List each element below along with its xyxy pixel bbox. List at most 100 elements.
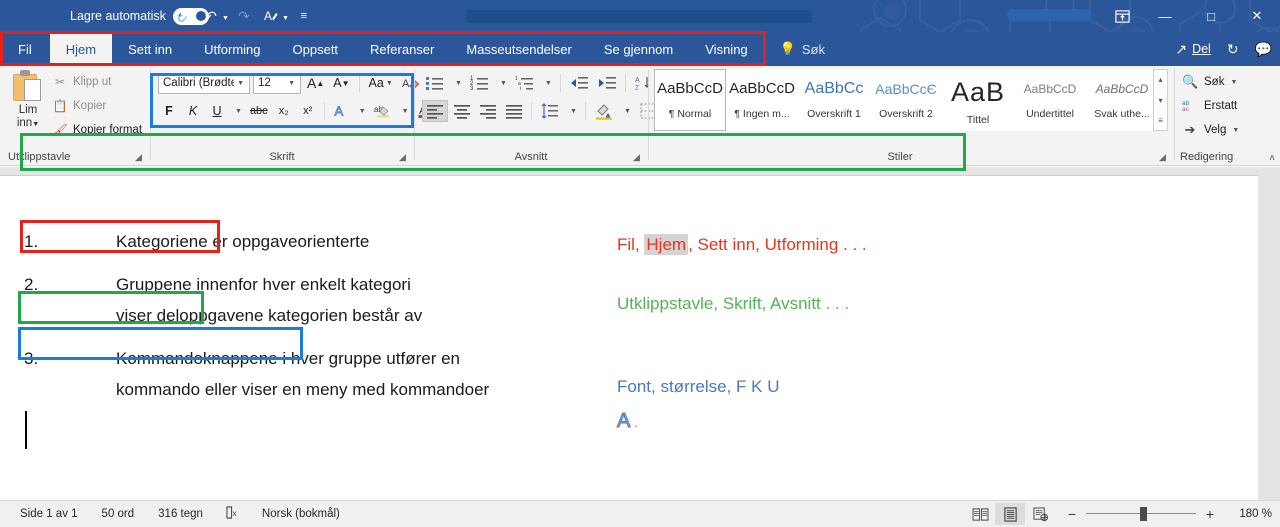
tab-label: Oppsett [293,42,339,57]
char-count[interactable]: 316 tegn [146,508,215,520]
numbering-icon[interactable]: 123 [467,72,493,94]
highlight-icon[interactable]: ab [371,100,395,122]
tab-oppsett[interactable]: Oppsett [277,32,355,66]
close-button[interactable]: ✕ [1234,0,1280,32]
save-icon[interactable] [172,5,196,27]
subscript-button[interactable]: x₂ [273,100,295,122]
ribbon-display-options-icon[interactable] [1102,0,1142,32]
paste-button[interactable]: Lim inn▼ [6,70,50,146]
tab-sett-inn[interactable]: Sett inn [112,32,188,66]
font-name-combo[interactable]: Calibri (Brødte ▼ [158,73,250,94]
tab-sok[interactable]: 💡 Søk [764,32,841,66]
text-effects-caret-icon[interactable]: ▼ [354,100,369,122]
group-label-paragraph: Avsnitt [416,150,646,164]
style-undertittel[interactable]: AaBbCcD Undertittel [1014,69,1086,131]
increase-indent-icon[interactable] [594,72,620,94]
superscript-button[interactable]: x² [297,100,319,122]
styles-dialog-launcher[interactable]: ◢ [1157,152,1168,163]
strikethrough-button[interactable]: abc [247,100,271,122]
style-tittel[interactable]: AaB Tittel [942,69,1014,131]
clipboard-dialog-launcher[interactable]: ◢ [133,152,144,163]
shading-icon[interactable] [591,100,617,122]
underline-caret-icon[interactable]: ▼ [230,100,245,122]
tab-visning[interactable]: Visning [689,32,763,66]
styles-more-icon[interactable]: ≡ [1158,111,1163,130]
justify-icon[interactable] [502,100,526,122]
zoom-in-button[interactable]: + [1203,506,1217,522]
decrease-indent-icon[interactable] [566,72,592,94]
bullets-icon[interactable] [422,72,448,94]
highlight-caret-icon[interactable]: ▼ [397,100,412,122]
numbering-caret-icon[interactable]: ▼ [495,72,510,94]
word-count[interactable]: 50 ord [90,508,147,520]
text-segment: Font, størrelse, F K U [617,377,779,396]
align-left-icon[interactable] [422,100,448,122]
font-size-combo[interactable]: 12 ▼ [253,73,301,94]
tab-hjem[interactable]: Hjem [50,32,112,66]
scroll-down-icon[interactable]: ▾ [1158,91,1162,110]
web-layout-button[interactable] [1025,503,1055,525]
read-mode-button[interactable] [965,503,995,525]
bold-button[interactable]: F [158,100,180,122]
comments-button[interactable]: 💬 [1255,41,1272,58]
select-button[interactable]: ➔ Velg ▼ [1182,120,1239,140]
tab-masseutsendelser[interactable]: Masseutsendelser [450,32,588,66]
bullets-caret-icon[interactable]: ▼ [450,72,465,94]
chevron-down-icon: ▼ [1232,127,1239,134]
print-layout-button[interactable] [995,503,1025,525]
undo-icon[interactable]: ↶ [199,5,223,27]
align-center-icon[interactable] [450,100,474,122]
tab-fil[interactable]: Fil [0,32,50,66]
line-spacing-icon[interactable] [537,100,563,122]
style-ingen-mellomrom[interactable]: AaBbCcD ¶ Ingen m... [726,69,798,131]
style-normal[interactable]: AaBbCcD ¶ Normal [654,69,726,131]
tab-referanser[interactable]: Referanser [354,32,450,66]
tab-label: Referanser [370,42,434,57]
multilevel-caret-icon[interactable]: ▼ [540,72,555,94]
undo-caret-icon[interactable]: ▼ [222,15,229,22]
replace-button[interactable]: abac Erstatt [1182,96,1237,116]
customize-qat-icon[interactable]: ≡ [292,5,316,27]
grow-font-button[interactable]: A▲ [304,72,327,94]
zoom-out-button[interactable]: − [1065,506,1079,522]
zoom-slider[interactable] [1086,507,1196,521]
read-aloud-icon[interactable]: A [259,5,283,27]
cut-button[interactable]: ✂ Klipp ut [52,70,144,94]
read-aloud-caret-icon[interactable]: ▼ [282,15,289,22]
shrink-font-button[interactable]: A▼ [330,72,352,94]
minimize-button[interactable]: — [1142,0,1188,32]
zoom-level[interactable]: 180 % [1224,508,1272,520]
tab-se-gjennom[interactable]: Se gjennom [588,32,689,66]
multilevel-list-icon[interactable]: 1ai [512,72,538,94]
paragraph-dialog-launcher[interactable]: ◢ [631,152,642,163]
underline-button[interactable]: U [206,100,228,122]
svg-text:x: x [232,508,237,518]
line-spacing-caret-icon[interactable]: ▼ [565,100,580,122]
language[interactable]: Norsk (bokmål) [250,508,352,520]
copy-button[interactable]: 📋 Kopier [52,94,144,118]
style-overskrift-1[interactable]: AaBbCс Overskrift 1 [798,69,870,131]
tab-utforming[interactable]: Utforming [188,32,276,66]
collapse-ribbon-button[interactable]: ˄ [1269,153,1275,164]
styles-scrollbar[interactable]: ▴ ▾ ≡ [1153,69,1168,131]
document-page[interactable]: 1. Kategoriene er oppgaveorienterte 2. G… [0,175,1258,500]
style-svak-utheving[interactable]: AaBbCcD Svak uthe... [1086,69,1158,131]
maximize-button[interactable]: □ [1188,0,1234,32]
align-right-icon[interactable] [476,100,500,122]
find-button[interactable]: 🔍 Søk ▼ [1182,72,1237,92]
page-count[interactable]: Side 1 av 1 [8,508,90,520]
version-history-button[interactable]: ↻ [1227,41,1239,58]
share-button[interactable]: ↗ Del [1175,41,1211,58]
change-case-button[interactable]: Aa▼ [366,72,396,94]
italic-button[interactable]: K [182,100,204,122]
style-overskrift-2[interactable]: AaBbCcЄ Overskrift 2 [870,69,942,131]
zoom-thumb[interactable] [1140,507,1147,521]
list-item: 3. Kommandoknappene i hver gruppe utføre… [24,343,604,374]
font-dialog-launcher[interactable]: ◢ [397,152,408,163]
scroll-up-icon[interactable]: ▴ [1158,70,1162,89]
format-painter-button[interactable]: 🖌 Kopier format [52,118,144,142]
proofing-icon[interactable]: x [215,506,250,522]
shading-caret-icon[interactable]: ▼ [619,100,634,122]
text-effects-icon[interactable]: A [330,100,352,122]
list-continuation: viser deloppgavene kategorien består av [24,300,604,331]
